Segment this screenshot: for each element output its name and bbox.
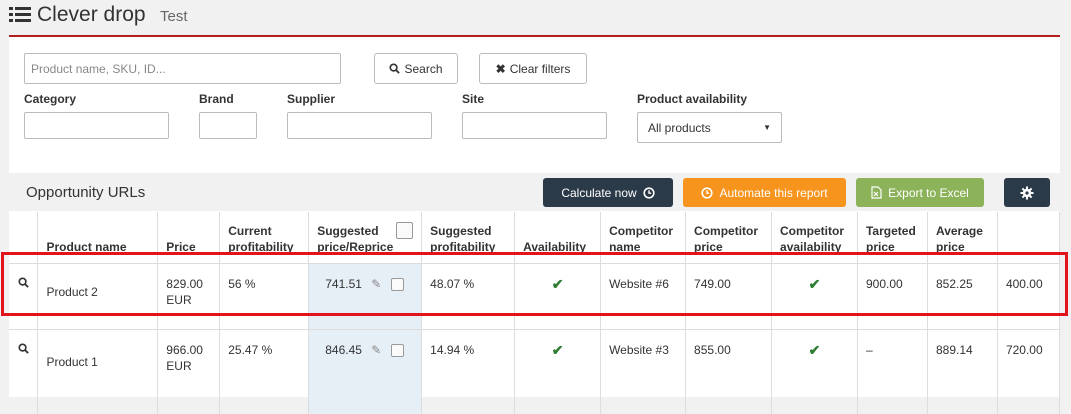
header-suggested-profitability[interactable]: Suggested profitability xyxy=(422,212,515,264)
search-input[interactable] xyxy=(24,53,341,84)
automate-report-label: Automate this report xyxy=(719,186,827,200)
average-price-cell: 889.14 xyxy=(927,330,997,414)
clear-filters-button[interactable]: ✖ Clear filters xyxy=(479,53,587,84)
header-suggested-price[interactable]: Suggested price/Reprice xyxy=(309,212,422,264)
search-button-label: Search xyxy=(404,62,442,76)
brand-label: Brand xyxy=(199,92,234,106)
competitor-price-cell: 749.00 xyxy=(686,264,772,330)
automate-report-button[interactable]: Automate this report xyxy=(683,178,846,207)
main-panel: Search ✖ Clear filters Category Brand Su… xyxy=(9,35,1060,397)
header-search xyxy=(9,212,38,264)
product-name-cell[interactable]: Product 2 xyxy=(38,264,158,330)
calculate-now-button[interactable]: Calculate now xyxy=(543,178,673,207)
opportunity-table: Product name Price Current profitability… xyxy=(9,212,1060,414)
export-excel-label: Export to Excel xyxy=(888,186,969,200)
export-excel-button[interactable]: Export to Excel xyxy=(856,178,984,207)
excel-file-icon xyxy=(871,186,882,199)
gear-icon xyxy=(1020,186,1034,200)
close-icon: ✖ xyxy=(496,62,506,76)
header-targeted-price[interactable]: Targeted price xyxy=(857,212,927,264)
supplier-label: Supplier xyxy=(287,92,335,106)
row-search-cell xyxy=(9,330,38,414)
page-subtitle: Test xyxy=(160,8,188,25)
row-search-cell xyxy=(9,264,38,330)
category-field[interactable] xyxy=(24,112,169,139)
competitor-price-cell: 855.00 xyxy=(686,330,772,414)
header-suggested-price-label: Suggested price/Reprice xyxy=(317,224,393,254)
page-header: Clever drop Test xyxy=(0,0,1071,36)
clock-icon xyxy=(643,187,655,199)
suggested-price-cell: 741.51 ✎ xyxy=(309,264,422,330)
clock-icon xyxy=(701,187,713,199)
availability-cell: ✔ xyxy=(515,264,601,330)
availability-select[interactable]: All products ▼ xyxy=(637,112,782,143)
competitor-name-cell: Website #3 xyxy=(601,330,686,414)
table-row: Product 2 829.00 EUR 56 % 741.51 ✎ 48.07… xyxy=(9,264,1060,330)
edit-icon[interactable]: ✎ xyxy=(371,343,381,357)
header-extra xyxy=(997,212,1059,264)
current-profitability-cell: 56 % xyxy=(220,264,309,330)
clear-filters-label: Clear filters xyxy=(510,62,571,76)
current-profitability-cell: 25.47 % xyxy=(220,330,309,414)
search-button[interactable]: Search xyxy=(374,53,458,84)
checkmark-icon: ✔ xyxy=(809,276,821,292)
suggested-price-value: 741.51 xyxy=(325,277,362,291)
targeted-price-cell: – xyxy=(857,330,927,414)
suggested-price-cell: 846.45 ✎ xyxy=(309,330,422,414)
availability-cell: ✔ xyxy=(515,330,601,414)
search-icon xyxy=(389,63,400,74)
table-header-row: Product name Price Current profitability… xyxy=(9,212,1060,264)
availability-filter-label: Product availability xyxy=(637,92,747,106)
site-field[interactable] xyxy=(462,112,607,139)
price-cell: 966.00 EUR xyxy=(158,330,220,414)
header-availability[interactable]: Availability xyxy=(515,212,601,264)
section-title: Opportunity URLs xyxy=(26,184,145,201)
reprice-checkbox[interactable] xyxy=(391,278,404,291)
table-row: Product 1 966.00 EUR 25.47 % 846.45 ✎ 14… xyxy=(9,330,1060,414)
product-name-cell[interactable]: Product 1 xyxy=(38,330,158,414)
page-title: Clever drop xyxy=(37,3,146,27)
competitor-name-cell: Website #6 xyxy=(601,264,686,330)
brand-field[interactable] xyxy=(199,112,257,139)
competitor-availability-cell: ✔ xyxy=(772,264,858,330)
header-price[interactable]: Price xyxy=(158,212,220,264)
extra-value-cell: 400.00 xyxy=(997,264,1059,330)
header-current-profitability[interactable]: Current profitability xyxy=(220,212,309,264)
section-bar: Opportunity URLs Calculate now Automate … xyxy=(9,173,1060,211)
header-competitor-price[interactable]: Competitor price xyxy=(686,212,772,264)
header-product-name[interactable]: Product name xyxy=(38,212,158,264)
average-price-cell: 852.25 xyxy=(927,264,997,330)
checkmark-icon: ✔ xyxy=(809,342,821,358)
search-icon[interactable] xyxy=(18,277,29,288)
site-label: Site xyxy=(462,92,484,106)
header-competitor-name[interactable]: Competitor name xyxy=(601,212,686,264)
select-all-checkbox[interactable] xyxy=(396,222,413,239)
caret-down-icon: ▼ xyxy=(763,123,771,132)
header-competitor-availability[interactable]: Competitor availability xyxy=(772,212,858,264)
availability-select-value: All products xyxy=(648,121,711,135)
extra-value-cell: 720.00 xyxy=(997,330,1059,414)
edit-icon[interactable]: ✎ xyxy=(371,277,381,291)
targeted-price-cell: 900.00 xyxy=(857,264,927,330)
settings-button[interactable] xyxy=(1004,178,1050,207)
calculate-now-label: Calculate now xyxy=(561,186,636,200)
checkmark-icon: ✔ xyxy=(552,276,564,292)
list-icon xyxy=(9,6,31,24)
competitor-availability-cell: ✔ xyxy=(772,330,858,414)
price-cell: 829.00 EUR xyxy=(158,264,220,330)
reprice-checkbox[interactable] xyxy=(391,344,404,357)
suggested-profitability-cell: 48.07 % xyxy=(422,264,515,330)
suggested-price-value: 846.45 xyxy=(325,343,362,357)
suggested-profitability-cell: 14.94 % xyxy=(422,330,515,414)
header-average-price[interactable]: Average price xyxy=(927,212,997,264)
category-label: Category xyxy=(24,92,76,106)
checkmark-icon: ✔ xyxy=(552,342,564,358)
search-icon[interactable] xyxy=(18,343,29,354)
supplier-field[interactable] xyxy=(287,112,432,139)
